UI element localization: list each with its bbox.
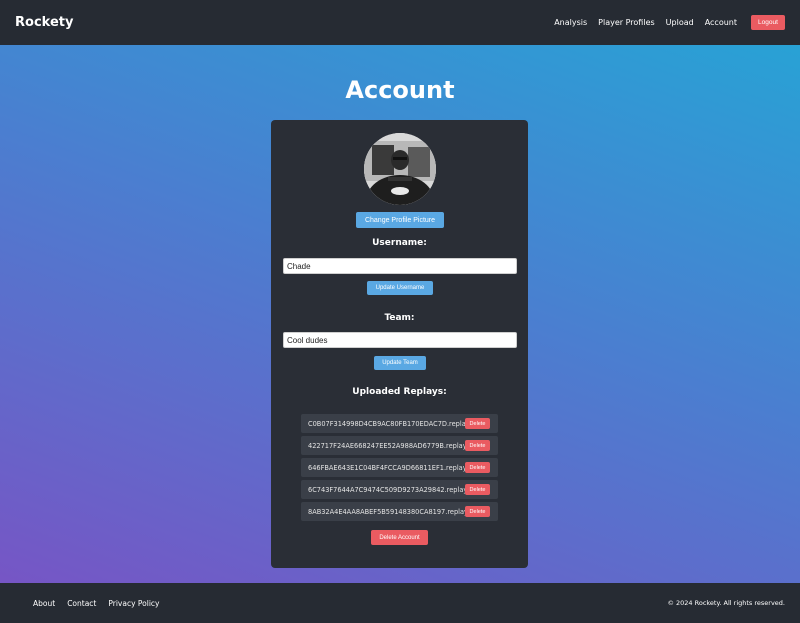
delete-replay-button[interactable]: Delete bbox=[465, 506, 490, 517]
replay-item: 646FBAE643E1C04BF4FCCA9D66811EF1.replay … bbox=[301, 458, 498, 477]
replay-filename: 6C743F7644A7C9474C509D9273A29842.replay bbox=[308, 485, 468, 494]
delete-account-button[interactable]: Delete Account bbox=[371, 530, 428, 545]
replay-filename: 646FBAE643E1C04BF4FCCA9D66811EF1.replay bbox=[308, 463, 467, 472]
avatar bbox=[364, 133, 436, 205]
replay-item: 8AB32A4E4AA8ABEF5B59148380CA8197.replay … bbox=[301, 502, 498, 521]
copyright-text: © 2024 Rockety. All rights reserved. bbox=[667, 599, 785, 607]
top-navbar: Rockety Analysis Player Profiles Upload … bbox=[0, 0, 800, 45]
footer-link-contact[interactable]: Contact bbox=[67, 599, 96, 608]
brand-logo[interactable]: Rockety bbox=[15, 15, 73, 30]
change-profile-picture-button[interactable]: Change Profile Picture bbox=[356, 212, 444, 228]
delete-replay-button[interactable]: Delete bbox=[465, 484, 490, 495]
username-input[interactable] bbox=[283, 258, 517, 274]
footer-links: About Contact Privacy Policy bbox=[33, 599, 172, 608]
update-username-button[interactable]: Update Username bbox=[367, 281, 433, 295]
team-label: Team: bbox=[384, 313, 415, 323]
nav-player-profiles[interactable]: Player Profiles bbox=[598, 18, 654, 27]
delete-replay-button[interactable]: Delete bbox=[465, 440, 490, 451]
delete-replay-button[interactable]: Delete bbox=[465, 418, 490, 429]
footer: About Contact Privacy Policy © 2024 Rock… bbox=[0, 583, 800, 623]
nav-account[interactable]: Account bbox=[705, 18, 737, 27]
profile-photo bbox=[364, 133, 436, 205]
team-input[interactable] bbox=[283, 332, 517, 348]
replay-filename: C0B07F314998D4CB9AC80FB170EDAC7D.replay bbox=[308, 419, 470, 428]
replay-filename: 422717F24AE668247EE52A988AD6779B.replay bbox=[308, 441, 467, 450]
page-title: Account bbox=[345, 76, 455, 104]
replay-item: C0B07F314998D4CB9AC80FB170EDAC7D.replay … bbox=[301, 414, 498, 433]
footer-link-privacy-policy[interactable]: Privacy Policy bbox=[108, 599, 159, 608]
logout-button[interactable]: Logout bbox=[751, 15, 785, 30]
update-team-button[interactable]: Update Team bbox=[374, 356, 426, 370]
account-card: Change Profile Picture Username: Update … bbox=[271, 120, 528, 568]
uploaded-replays-heading: Uploaded Replays: bbox=[352, 387, 447, 397]
username-label: Username: bbox=[372, 238, 427, 248]
delete-replay-button[interactable]: Delete bbox=[465, 462, 490, 473]
footer-link-about[interactable]: About bbox=[33, 599, 55, 608]
replay-filename: 8AB32A4E4AA8ABEF5B59148380CA8197.replay bbox=[308, 507, 468, 516]
nav-upload[interactable]: Upload bbox=[666, 18, 694, 27]
replay-item: 6C743F7644A7C9474C509D9273A29842.replay … bbox=[301, 480, 498, 499]
main-nav: Analysis Player Profiles Upload Account … bbox=[543, 15, 785, 30]
nav-analysis[interactable]: Analysis bbox=[554, 18, 587, 27]
replay-item: 422717F24AE668247EE52A988AD6779B.replay … bbox=[301, 436, 498, 455]
